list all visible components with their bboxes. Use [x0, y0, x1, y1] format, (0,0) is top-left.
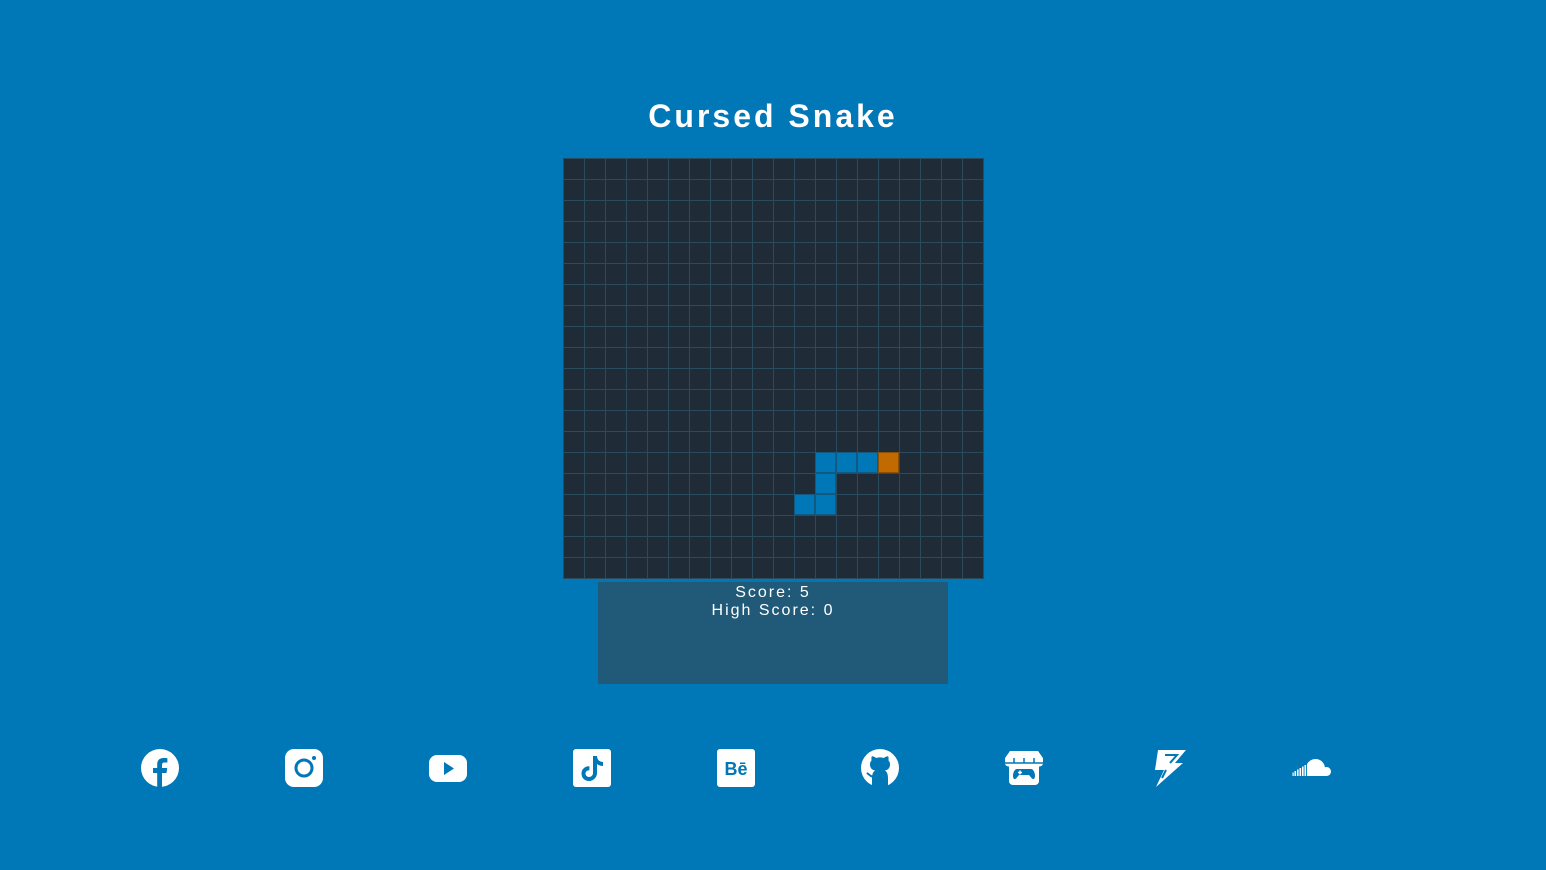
instagram-link[interactable]	[284, 748, 324, 788]
lightning-icon	[1155, 750, 1186, 787]
game-board[interactable]	[563, 158, 984, 579]
soundcloud-link[interactable]	[1292, 748, 1332, 788]
instagram-icon	[285, 749, 323, 787]
itchio-link[interactable]	[1004, 748, 1044, 788]
high-score-text: High Score: 0	[711, 602, 835, 619]
social-links: Bē	[0, 748, 1546, 788]
facebook-icon	[141, 749, 179, 787]
lightning-link[interactable]	[1148, 748, 1188, 788]
food-item	[878, 452, 899, 473]
facebook-link[interactable]	[140, 748, 180, 788]
score-panel: Score: 5 High Score: 0	[598, 582, 948, 684]
snake-segment	[794, 494, 815, 515]
tiktok-link[interactable]	[572, 748, 612, 788]
behance-icon-text: Bē	[724, 759, 747, 779]
behance-icon: Bē	[717, 749, 755, 787]
youtube-link[interactable]	[428, 748, 468, 788]
page-title: Cursed Snake	[648, 98, 898, 134]
snake-segment	[815, 473, 836, 494]
snake-segment	[815, 452, 836, 473]
tiktok-icon	[573, 749, 611, 787]
snake-segment	[836, 452, 857, 473]
youtube-icon	[429, 755, 467, 782]
score-text: Score: 5	[735, 584, 811, 601]
behance-link[interactable]: Bē	[716, 748, 756, 788]
itchio-icon	[1005, 751, 1043, 785]
snake-segment	[857, 452, 878, 473]
snake-segment	[815, 494, 836, 515]
github-icon	[861, 749, 899, 787]
soundcloud-icon	[1292, 759, 1331, 776]
github-link[interactable]	[860, 748, 900, 788]
